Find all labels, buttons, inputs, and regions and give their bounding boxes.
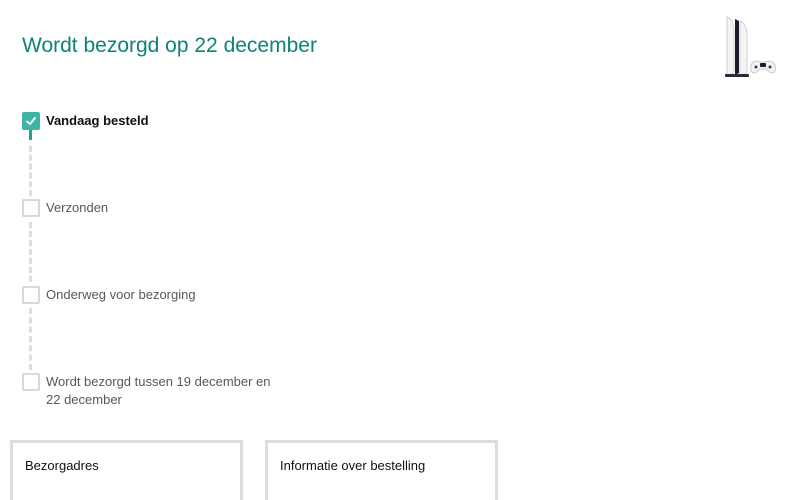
checked-checkbox-icon <box>22 112 40 130</box>
console-product-image-icon <box>725 16 776 77</box>
step-label: Wordt bezorgd tussen 19 december en 22 d… <box>46 374 271 407</box>
progress-line-pending <box>29 308 32 370</box>
tracker-step-shipped: Verzonden <box>22 199 286 217</box>
progress-line-pending <box>29 146 32 196</box>
order-progress-tracker: Vandaag besteld Verzonden Onderweg voor … <box>22 112 322 412</box>
tracker-step-out-for-delivery: Onderweg voor bezorging <box>22 286 286 304</box>
unchecked-checkbox-icon <box>22 373 40 391</box>
product-thumbnail[interactable] <box>705 13 785 81</box>
delivery-date-heading: Wordt bezorgd op 22 december <box>22 34 317 57</box>
card-title: Bezorgadres <box>25 458 99 473</box>
step-label: Vandaag besteld <box>46 113 149 128</box>
tracker-step-delivered: Wordt bezorgd tussen 19 december en 22 d… <box>22 373 286 409</box>
order-info-card[interactable]: Informatie over bestelling <box>265 440 498 500</box>
tracker-step-ordered: Vandaag besteld <box>22 112 286 130</box>
step-label: Onderweg voor bezorging <box>46 287 196 302</box>
progress-line-pending <box>29 222 32 282</box>
card-title: Informatie over bestelling <box>280 458 426 473</box>
unchecked-checkbox-icon <box>22 199 40 217</box>
step-label: Verzonden <box>46 200 109 215</box>
shipping-address-card[interactable]: Bezorgadres <box>10 440 243 500</box>
unchecked-checkbox-icon <box>22 286 40 304</box>
